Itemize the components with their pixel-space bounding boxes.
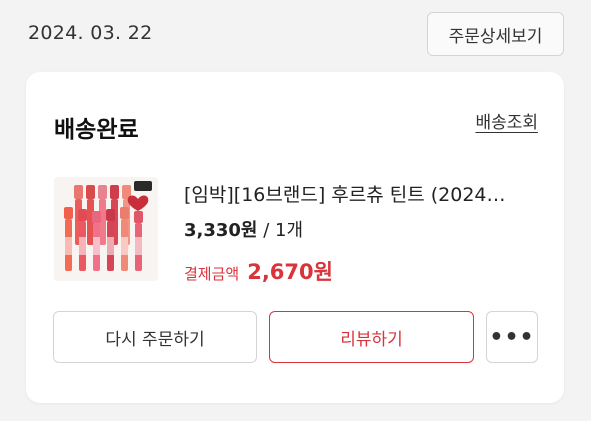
- order-detail-button[interactable]: 주문상세보기: [427, 12, 564, 56]
- reorder-button[interactable]: 다시 주문하기: [53, 311, 257, 363]
- order-history-page: 2024. 03. 22 주문상세보기 배송완료 배송조회 [임박][16브랜드…: [0, 0, 591, 421]
- write-review-button[interactable]: 리뷰하기: [269, 311, 474, 363]
- price-quantity: 3,330원 / 1개: [184, 216, 303, 242]
- delivery-status: 배송완료: [54, 117, 139, 143]
- quantity: 1개: [275, 220, 304, 241]
- order-date: 2024. 03. 22: [28, 22, 153, 44]
- payment-amount: 2,670원: [247, 260, 333, 284]
- order-card: 배송완료 배송조회 [임박][16브랜드] 후르츄 틴트 (2024… 3,33…: [26, 72, 564, 403]
- product-thumbnail[interactable]: [54, 177, 158, 281]
- track-delivery-link[interactable]: 배송조회: [475, 108, 538, 133]
- payment-line: 결제금액 2,670원: [184, 256, 333, 286]
- payment-label: 결제금액: [184, 265, 240, 283]
- lip-tint-product-image: [54, 177, 158, 281]
- product-name[interactable]: [임박][16브랜드] 후르츄 틴트 (2024…: [184, 180, 544, 207]
- price-separator: /: [257, 220, 276, 241]
- more-options-button[interactable]: •••: [486, 311, 538, 363]
- more-dots-icon: •••: [489, 324, 535, 350]
- unit-price: 3,330원: [184, 220, 258, 241]
